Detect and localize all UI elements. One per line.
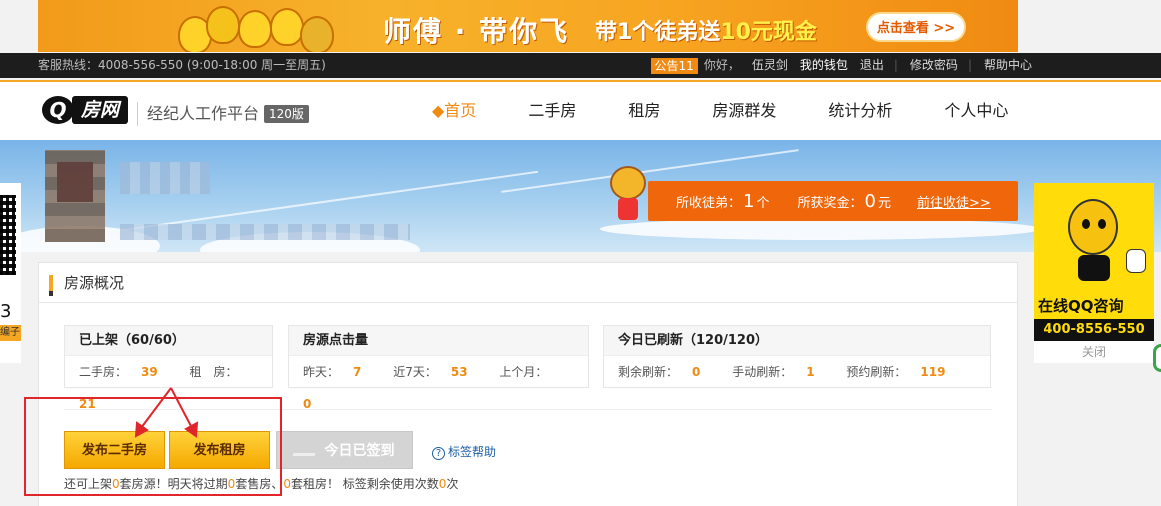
qq-consult-widget: 在线QQ咨询 400-8556-550 关闭 <box>1034 183 1154 363</box>
refresh-card: 今日已刷新（120/120） 剩余刷新： 0 手动刷新： 1 预约刷新： 119 <box>603 325 991 388</box>
blurred-name <box>120 162 210 194</box>
scroll-top-icon[interactable] <box>1153 344 1161 372</box>
nav-items: ◆首页 二手房 租房 房源群发 统计分析 个人中心 <box>432 82 1060 140</box>
listed-title: 已上架（60/60） <box>65 326 272 356</box>
qr-number: 3 <box>0 301 12 322</box>
help-center-link[interactable]: 帮助中心 <box>984 53 1032 78</box>
pen-icon <box>291 442 320 456</box>
divider: | <box>893 58 898 72</box>
apprentice-count: 所收徒弟： 1 个 <box>676 190 770 212</box>
listed-card: 已上架（60/60） 二手房： 39 租 房：21 <box>64 325 273 411</box>
nav-item-rent[interactable]: 租房 <box>628 82 660 140</box>
main-nav: Q 房网 经纪人工作平台 120版 ◆首页 二手房 租房 房源群发 统计分析 个… <box>0 80 1161 140</box>
qq-consult-button[interactable]: 在线QQ咨询 400-8556-550 <box>1034 183 1154 341</box>
top-service-bar: 客服热线：4008-556-550 (9:00-18:00 周一至周五) 公告1… <box>0 53 1161 78</box>
notice-badge[interactable]: 公告11 <box>650 57 698 74</box>
apprentice-stats: 所收徒弟： 1 个 所获奖金： 0 元 前往收徒>> <box>648 181 1018 221</box>
version-badge: 120版 <box>264 105 309 123</box>
nav-item-statistics[interactable]: 统计分析 <box>828 82 892 140</box>
remaining-refresh-stat: 剩余刷新： 0 <box>618 365 701 379</box>
nav-item-personal-center[interactable]: 个人中心 <box>944 82 1008 140</box>
site-logo[interactable]: Q 房网 <box>42 94 130 126</box>
mascot-body <box>1078 255 1110 281</box>
manual-refresh-stat: 手动刷新： 1 <box>732 365 815 379</box>
qr-code-icon <box>0 195 16 275</box>
platform-title: 经纪人工作平台 <box>137 102 259 126</box>
monkey-mascot-icon <box>606 166 650 222</box>
blurred-info <box>120 224 410 240</box>
qq-phone: 400-8556-550 <box>1034 319 1154 341</box>
bonus-amount: 所获奖金： 0 元 <box>797 190 891 212</box>
logo-q: Q <box>42 96 74 124</box>
refresh-body: 剩余刷新： 0 手动刷新： 1 预约刷新： 119 <box>604 356 990 388</box>
promo-banner[interactable]: 师傅 · 带你飞 带1个徒弟送10元现金 点击查看 >> <box>38 0 1018 52</box>
yesterday-stat: 昨天： 7 <box>303 365 362 379</box>
refresh-title: 今日已刷新（120/120） <box>604 326 990 356</box>
listed-body: 二手房： 39 租 房：21 <box>65 356 272 411</box>
promo-cta-button[interactable]: 点击查看 >> <box>866 12 966 42</box>
greeting-text: 你好， <box>703 58 740 72</box>
nav-item-bulk-publish[interactable]: 房源群发 <box>712 82 776 140</box>
clicks-body: 昨天： 7 近7天： 53 上个月：0 <box>289 356 588 411</box>
left-qr-widget[interactable]: 3 编子 <box>0 183 21 363</box>
hotline-text: 客服热线：4008-556-550 (9:00-18:00 周一至周五) <box>38 58 326 72</box>
tag-help-link[interactable]: ? 标签帮助 <box>432 443 496 460</box>
logo-text: 房网 <box>72 96 128 124</box>
week-stat: 近7天： 53 <box>393 365 468 379</box>
promo-subline: 带1个徒弟送10元现金 <box>595 20 817 45</box>
avatar <box>45 150 105 242</box>
pointer-hand-icon <box>1126 249 1146 273</box>
annotation-box <box>24 397 282 496</box>
qq-mascot-icon <box>1068 199 1118 255</box>
clicks-title: 房源点击量 <box>289 326 588 356</box>
help-icon: ? <box>432 447 445 460</box>
change-password-link[interactable]: 修改密码 <box>910 53 958 78</box>
recruit-apprentice-link[interactable]: 前往收徒>> <box>917 192 991 211</box>
clicks-card: 房源点击量 昨天： 7 近7天： 53 上个月：0 <box>288 325 589 411</box>
nav-item-home[interactable]: ◆首页 <box>432 82 476 140</box>
nav-item-second-hand[interactable]: 二手房 <box>528 82 576 140</box>
close-button[interactable]: 关闭 <box>1034 343 1154 360</box>
logout-link[interactable]: 退出 <box>860 53 884 78</box>
username-link[interactable]: 伍灵剑 <box>752 53 788 78</box>
qq-consult-title: 在线QQ咨询 <box>1038 297 1124 315</box>
panel-title: 房源概况 <box>39 263 1017 303</box>
wallet-link[interactable]: 我的钱包 <box>800 53 848 78</box>
mascot-group-icon <box>178 4 338 52</box>
signed-today-button[interactable]: 今日已签到 <box>276 431 413 469</box>
promo-headline: 师傅 · 带你飞 <box>383 15 570 48</box>
divider: | <box>967 58 972 72</box>
profile-banner: 所收徒弟： 1 个 所获奖金： 0 元 前往收徒>> <box>0 140 1161 252</box>
scheduled-refresh-stat: 预约刷新： 119 <box>846 365 946 379</box>
qr-tag: 编子 <box>0 325 21 341</box>
second-hand-stat: 二手房： 39 <box>79 365 158 379</box>
cloud <box>600 218 1040 240</box>
